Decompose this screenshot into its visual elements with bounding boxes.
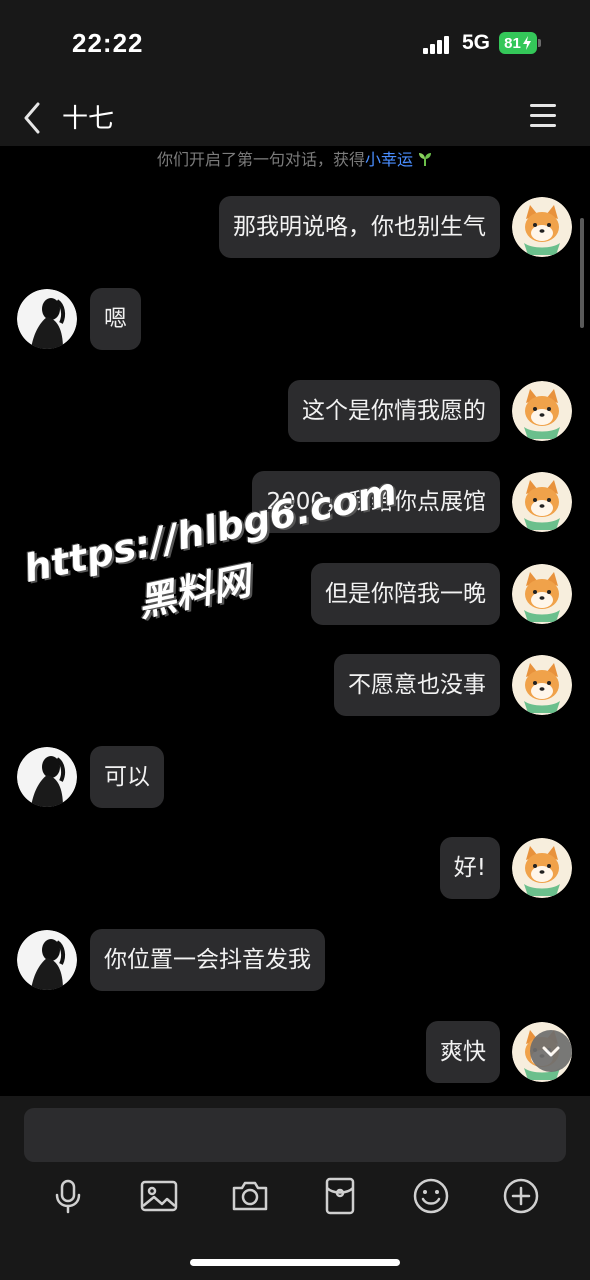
outgoing-message: 好!: [0, 837, 590, 899]
message-bubble[interactable]: 嗯: [90, 288, 141, 350]
chevron-down-icon: [542, 1046, 560, 1057]
system-message-text: 你们开启了第一句对话，获得: [156, 150, 365, 169]
signal-icon: [423, 34, 455, 54]
message-bubble[interactable]: 那我明说咯，你也别生气: [219, 196, 500, 258]
microphone-icon[interactable]: [48, 1176, 88, 1216]
message-bubble[interactable]: 这个是你情我愿的: [288, 380, 500, 442]
outgoing-message: 那我明说咯，你也别生气: [0, 196, 590, 258]
my-avatar[interactable]: [512, 564, 572, 624]
status-time: 22:22: [72, 28, 144, 58]
chevron-left-icon: [24, 102, 40, 134]
battery-icon: 81: [499, 32, 537, 54]
chat-title: 十七: [62, 104, 115, 134]
message-bubble[interactable]: 你位置一会抖音发我: [90, 929, 325, 991]
status-bar: 22:22 5G 81: [0, 0, 590, 90]
scroll-to-bottom-button[interactable]: [530, 1030, 572, 1072]
outgoing-message: 这个是你情我愿的: [0, 380, 590, 442]
message-bubble[interactable]: 爽快: [426, 1021, 500, 1083]
input-panel: [0, 1096, 590, 1280]
emoji-icon[interactable]: [411, 1176, 451, 1216]
outgoing-message: 爽快: [0, 1021, 590, 1083]
message-bubble[interactable]: 好!: [439, 837, 500, 899]
incoming-message: 可以: [0, 746, 590, 808]
nav-bar: 十七: [0, 90, 590, 146]
scrollbar[interactable]: [580, 218, 584, 328]
battery-level: 81: [504, 34, 521, 52]
network-label: 5G: [462, 31, 491, 54]
message-bubble[interactable]: 不愿意也没事: [334, 654, 500, 716]
outgoing-message: 2000，我给你点展馆: [0, 471, 590, 533]
message-bubble[interactable]: 可以: [90, 746, 164, 808]
my-avatar[interactable]: [512, 655, 572, 715]
add-icon[interactable]: [501, 1176, 541, 1216]
lucky-link[interactable]: 小幸运: [365, 150, 413, 169]
my-avatar[interactable]: [512, 838, 572, 898]
red-packet-icon[interactable]: [320, 1176, 360, 1216]
more-menu-button[interactable]: [526, 100, 560, 134]
sprout-icon: [419, 153, 432, 166]
message-input[interactable]: [24, 1108, 566, 1162]
image-icon[interactable]: [139, 1176, 179, 1216]
camera-icon[interactable]: [230, 1176, 270, 1216]
contact-avatar[interactable]: [17, 930, 77, 990]
battery-cap: [538, 39, 541, 47]
contact-avatar[interactable]: [17, 289, 77, 349]
chat-screen: 22:22 5G 81 十七 你们开启了第一句对话，获得小幸运 那我明说咯，你也…: [0, 0, 590, 1280]
my-avatar[interactable]: [512, 381, 572, 441]
incoming-message: 你位置一会抖音发我: [0, 929, 590, 991]
my-avatar[interactable]: [512, 472, 572, 532]
outgoing-message: 但是你陪我一晚: [0, 563, 590, 625]
outgoing-message: 不愿意也没事: [0, 654, 590, 716]
contact-avatar[interactable]: [17, 747, 77, 807]
message-list[interactable]: 你们开启了第一句对话，获得小幸运 那我明说咯，你也别生气嗯这个是你情我愿的 200…: [0, 146, 590, 1096]
incoming-message: 嗯: [0, 288, 590, 350]
system-message: 你们开启了第一句对话，获得小幸运: [0, 146, 590, 170]
my-avatar[interactable]: [512, 197, 572, 257]
back-button[interactable]: [14, 94, 54, 142]
message-bubble[interactable]: 2000，我给你点展馆: [252, 471, 500, 533]
home-indicator[interactable]: [190, 1259, 400, 1266]
message-bubble[interactable]: 但是你陪我一晚: [311, 563, 500, 625]
